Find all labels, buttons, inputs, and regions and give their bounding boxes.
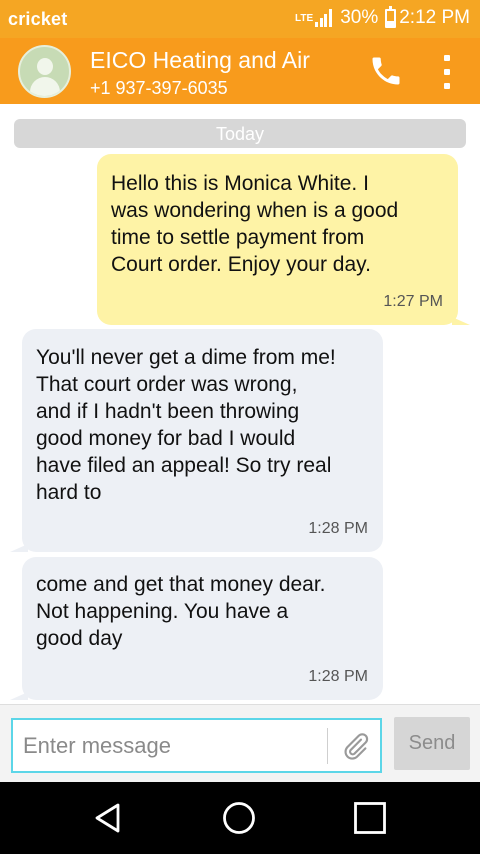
carrier-name: cricket [8, 9, 68, 29]
back-triangle-icon[interactable] [90, 800, 126, 836]
battery-percent: 30% [340, 7, 379, 28]
phone-call-icon[interactable] [368, 53, 404, 89]
send-button[interactable]: Send [394, 717, 470, 770]
contact-number: +1 937-397-6035 [90, 78, 228, 98]
incoming-message[interactable]: You'll never get a dime from me! That co… [10, 329, 383, 552]
date-divider: Today [14, 119, 466, 148]
home-circle-icon[interactable] [221, 800, 257, 836]
message-text: come and get that money dear. Not happen… [36, 573, 326, 650]
message-timestamp: 1:28 PM [308, 668, 368, 685]
system-navigation-bar [0, 782, 480, 854]
avatar-person-icon[interactable] [18, 45, 71, 98]
clock: 2:12 PM [399, 7, 470, 28]
status-bar: cricket LTE 30% 2:12 PM [0, 0, 480, 38]
message-field[interactable] [11, 718, 382, 773]
outgoing-message[interactable]: Hello this is Monica White. I was wonder… [97, 154, 470, 325]
status-indicators: LTE 30% 2:12 PM [295, 5, 470, 29]
message-timestamp: 1:28 PM [308, 520, 368, 537]
battery-icon [385, 5, 397, 28]
signal-strength-icon [315, 9, 333, 27]
message-timestamp: 1:27 PM [383, 293, 443, 310]
field-divider [327, 728, 328, 764]
paperclip-icon[interactable] [339, 729, 371, 765]
recents-square-icon[interactable] [352, 800, 388, 836]
network-type: LTE [295, 12, 314, 24]
message-text: Hello this is Monica White. I was wonder… [111, 172, 399, 276]
incoming-message[interactable]: come and get that money dear. Not happen… [10, 557, 383, 700]
message-text: You'll never get a dime from me! That co… [36, 346, 336, 504]
conversation-header: EICO Heating and Air +1 937-397-6035 [0, 38, 480, 104]
contact-name: EICO Heating and Air [90, 47, 310, 73]
overflow-menu-icon[interactable] [437, 55, 457, 89]
message-input[interactable] [23, 726, 323, 766]
message-composer: Send [0, 704, 480, 782]
